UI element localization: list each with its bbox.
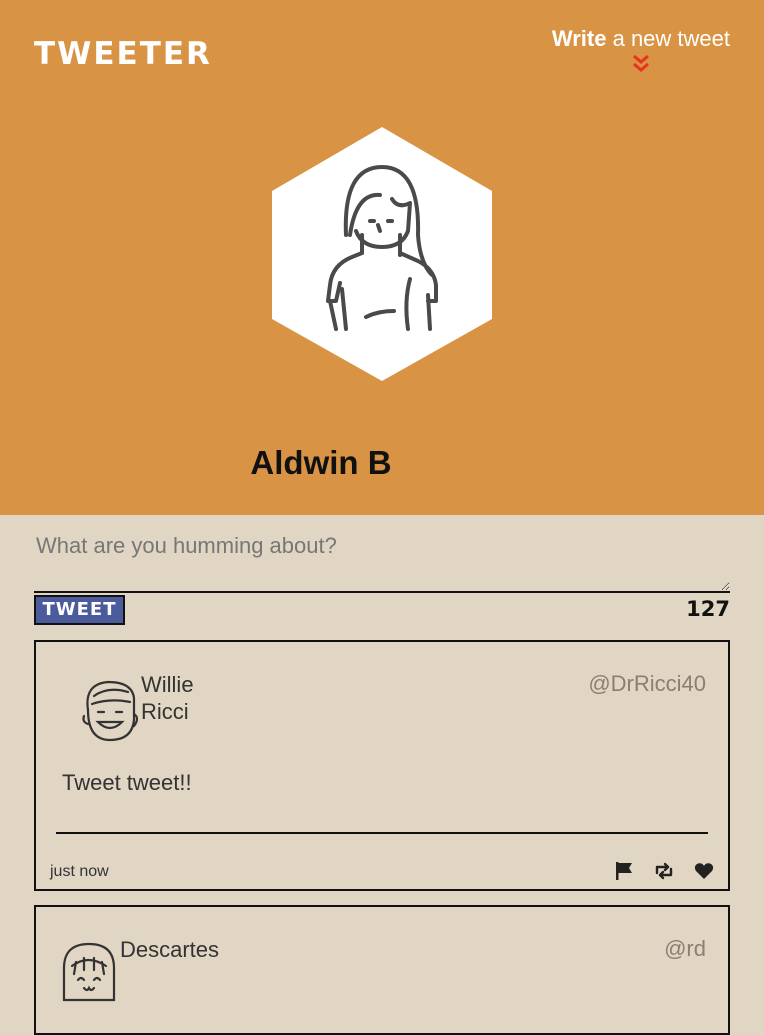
profile-header: TWEETER Write a new tweet Aldwin B xyxy=(0,0,764,515)
tweet-card: Descartes @rd xyxy=(34,905,730,1035)
tweet-actions xyxy=(613,860,715,882)
retweet-icon[interactable] xyxy=(653,860,675,882)
tweet-card: Willie Ricci @DrRicci40 Tweet tweet!! ju… xyxy=(34,640,730,891)
man-avatar-icon xyxy=(82,680,138,742)
profile-name: Aldwin B xyxy=(250,444,392,481)
brand-logo[interactable]: TWEETER xyxy=(34,36,212,72)
woman-avatar-icon xyxy=(272,127,492,381)
tweet-input[interactable] xyxy=(34,525,730,593)
flag-icon[interactable] xyxy=(613,860,635,882)
author-name: Willie Ricci xyxy=(141,672,194,724)
tweet-button[interactable]: TWEET xyxy=(34,595,125,625)
author-handle: @DrRicci40 xyxy=(588,671,706,696)
heart-icon[interactable] xyxy=(693,860,715,882)
compose-toggle[interactable]: Write a new tweet xyxy=(552,26,730,77)
compose-strong-text: Write xyxy=(551,26,607,51)
tweet-content: Tweet tweet!! xyxy=(62,770,192,795)
compose-text: a new tweet xyxy=(606,26,730,51)
char-counter: 127 xyxy=(686,597,730,621)
girl-avatar-icon xyxy=(62,942,116,1002)
timestamp: just now xyxy=(50,863,109,880)
divider xyxy=(56,832,708,834)
double-chevron-down-icon[interactable] xyxy=(629,53,653,77)
author-name: Descartes xyxy=(120,937,220,962)
author-handle: @rd xyxy=(664,936,706,961)
new-tweet-form xyxy=(34,525,730,593)
